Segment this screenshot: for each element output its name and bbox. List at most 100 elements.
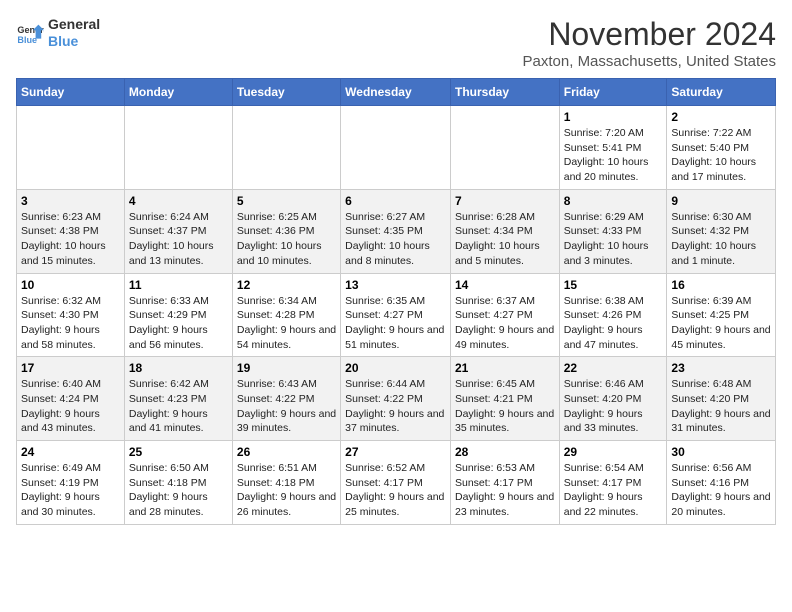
calendar-cell: 25 Sunrise: 6:50 AM Sunset: 4:18 PM Dayli… bbox=[124, 441, 232, 525]
day-info: Sunrise: 6:35 AM Sunset: 4:27 PM Dayligh… bbox=[345, 294, 446, 353]
day-header-sunday: Sunday bbox=[17, 79, 125, 106]
calendar-cell bbox=[124, 106, 232, 190]
day-number: 19 bbox=[237, 361, 336, 375]
calendar-cell: 28 Sunrise: 6:53 AM Sunset: 4:17 PM Dayli… bbox=[450, 441, 559, 525]
day-info: Sunrise: 6:32 AM Sunset: 4:30 PM Dayligh… bbox=[21, 294, 120, 353]
day-info: Sunrise: 6:48 AM Sunset: 4:20 PM Dayligh… bbox=[671, 377, 771, 436]
calendar-cell: 1Sunrise: 7:20 AM Sunset: 5:41 PM Daylig… bbox=[559, 106, 667, 190]
calendar-cell: 17 Sunrise: 6:40 AM Sunset: 4:24 PM Dayli… bbox=[17, 357, 125, 441]
day-info: Sunrise: 6:34 AM Sunset: 4:28 PM Dayligh… bbox=[237, 294, 336, 353]
day-info: Sunrise: 6:29 AM Sunset: 4:33 PM Dayligh… bbox=[564, 210, 663, 269]
day-info: Sunrise: 6:39 AM Sunset: 4:25 PM Dayligh… bbox=[671, 294, 771, 353]
calendar-week-row: 1Sunrise: 7:20 AM Sunset: 5:41 PM Daylig… bbox=[17, 106, 776, 190]
calendar-cell bbox=[17, 106, 125, 190]
calendar-cell: 15 Sunrise: 6:38 AM Sunset: 4:26 PM Dayli… bbox=[559, 273, 667, 357]
calendar-cell: 8 Sunrise: 6:29 AM Sunset: 4:33 PM Daylig… bbox=[559, 189, 667, 273]
calendar-cell bbox=[341, 106, 451, 190]
day-info: Sunrise: 6:50 AM Sunset: 4:18 PM Dayligh… bbox=[129, 461, 228, 520]
calendar-cell: 29 Sunrise: 6:54 AM Sunset: 4:17 PM Dayli… bbox=[559, 441, 667, 525]
day-number: 5 bbox=[237, 194, 336, 208]
calendar-cell: 18Sunrise: 6:42 AM Sunset: 4:23 PM Dayli… bbox=[124, 357, 232, 441]
calendar-week-row: 24 Sunrise: 6:49 AM Sunset: 4:19 PM Dayli… bbox=[17, 441, 776, 525]
calendar-cell: 22 Sunrise: 6:46 AM Sunset: 4:20 PM Dayli… bbox=[559, 357, 667, 441]
day-number: 3 bbox=[21, 194, 120, 208]
day-number: 27 bbox=[345, 445, 446, 459]
day-info: Sunrise: 6:33 AM Sunset: 4:29 PM Dayligh… bbox=[129, 294, 228, 353]
calendar-cell: 19 Sunrise: 6:43 AM Sunset: 4:22 PM Dayli… bbox=[232, 357, 340, 441]
logo: General Blue General Blue bbox=[16, 16, 100, 50]
day-info: Sunrise: 7:22 AM Sunset: 5:40 PM Dayligh… bbox=[671, 126, 771, 185]
calendar-cell: 4Sunrise: 6:24 AM Sunset: 4:37 PM Daylig… bbox=[124, 189, 232, 273]
logo-line1: General bbox=[48, 16, 100, 33]
calendar-cell: 14 Sunrise: 6:37 AM Sunset: 4:27 PM Dayli… bbox=[450, 273, 559, 357]
title-area: November 2024 Paxton, Massachusetts, Uni… bbox=[523, 16, 776, 70]
svg-text:Blue: Blue bbox=[17, 35, 37, 45]
calendar-cell: 27 Sunrise: 6:52 AM Sunset: 4:17 PM Dayli… bbox=[341, 441, 451, 525]
day-info: Sunrise: 6:46 AM Sunset: 4:20 PM Dayligh… bbox=[564, 377, 663, 436]
day-info: Sunrise: 6:53 AM Sunset: 4:17 PM Dayligh… bbox=[455, 461, 555, 520]
day-info: Sunrise: 6:37 AM Sunset: 4:27 PM Dayligh… bbox=[455, 294, 555, 353]
calendar-cell: 3 Sunrise: 6:23 AM Sunset: 4:38 PM Daylig… bbox=[17, 189, 125, 273]
day-info: Sunrise: 6:45 AM Sunset: 4:21 PM Dayligh… bbox=[455, 377, 555, 436]
day-number: 6 bbox=[345, 194, 446, 208]
day-number: 13 bbox=[345, 278, 446, 292]
day-info: Sunrise: 6:28 AM Sunset: 4:34 PM Dayligh… bbox=[455, 210, 555, 269]
calendar-header-row: SundayMondayTuesdayWednesdayThursdayFrid… bbox=[17, 79, 776, 106]
day-info: Sunrise: 6:27 AM Sunset: 4:35 PM Dayligh… bbox=[345, 210, 446, 269]
day-info: Sunrise: 6:38 AM Sunset: 4:26 PM Dayligh… bbox=[564, 294, 663, 353]
calendar-cell: 13 Sunrise: 6:35 AM Sunset: 4:27 PM Dayli… bbox=[341, 273, 451, 357]
calendar-week-row: 17 Sunrise: 6:40 AM Sunset: 4:24 PM Dayli… bbox=[17, 357, 776, 441]
calendar-week-row: 3 Sunrise: 6:23 AM Sunset: 4:38 PM Daylig… bbox=[17, 189, 776, 273]
calendar-cell: 2 Sunrise: 7:22 AM Sunset: 5:40 PM Daylig… bbox=[667, 106, 776, 190]
day-number: 17 bbox=[21, 361, 120, 375]
calendar-cell: 5 Sunrise: 6:25 AM Sunset: 4:36 PM Daylig… bbox=[232, 189, 340, 273]
day-info: Sunrise: 6:23 AM Sunset: 4:38 PM Dayligh… bbox=[21, 210, 120, 269]
calendar-cell: 20Sunrise: 6:44 AM Sunset: 4:22 PM Dayli… bbox=[341, 357, 451, 441]
month-title: November 2024 bbox=[523, 16, 776, 53]
day-info: Sunrise: 6:51 AM Sunset: 4:18 PM Dayligh… bbox=[237, 461, 336, 520]
day-info: Sunrise: 6:30 AM Sunset: 4:32 PM Dayligh… bbox=[671, 210, 771, 269]
day-info: Sunrise: 6:52 AM Sunset: 4:17 PM Dayligh… bbox=[345, 461, 446, 520]
calendar-cell: 21 Sunrise: 6:45 AM Sunset: 4:21 PM Dayli… bbox=[450, 357, 559, 441]
day-number: 29 bbox=[564, 445, 663, 459]
day-number: 10 bbox=[21, 278, 120, 292]
calendar-cell: 6 Sunrise: 6:27 AM Sunset: 4:35 PM Daylig… bbox=[341, 189, 451, 273]
calendar-cell: 26Sunrise: 6:51 AM Sunset: 4:18 PM Dayli… bbox=[232, 441, 340, 525]
header: General Blue General Blue November 2024 … bbox=[16, 16, 776, 70]
day-number: 30 bbox=[671, 445, 771, 459]
day-number: 15 bbox=[564, 278, 663, 292]
day-number: 24 bbox=[21, 445, 120, 459]
day-header-tuesday: Tuesday bbox=[232, 79, 340, 106]
day-number: 25 bbox=[129, 445, 228, 459]
day-number: 21 bbox=[455, 361, 555, 375]
day-info: Sunrise: 6:49 AM Sunset: 4:19 PM Dayligh… bbox=[21, 461, 120, 520]
calendar-cell: 10 Sunrise: 6:32 AM Sunset: 4:30 PM Dayli… bbox=[17, 273, 125, 357]
day-info: Sunrise: 6:25 AM Sunset: 4:36 PM Dayligh… bbox=[237, 210, 336, 269]
calendar-table: SundayMondayTuesdayWednesdayThursdayFrid… bbox=[16, 78, 776, 525]
day-number: 28 bbox=[455, 445, 555, 459]
day-number: 12 bbox=[237, 278, 336, 292]
day-number: 4 bbox=[129, 194, 228, 208]
day-number: 16 bbox=[671, 278, 771, 292]
day-header-friday: Friday bbox=[559, 79, 667, 106]
day-number: 22 bbox=[564, 361, 663, 375]
day-info: Sunrise: 6:40 AM Sunset: 4:24 PM Dayligh… bbox=[21, 377, 120, 436]
day-number: 2 bbox=[671, 110, 771, 124]
day-info: Sunrise: 6:44 AM Sunset: 4:22 PM Dayligh… bbox=[345, 377, 446, 436]
day-number: 7 bbox=[455, 194, 555, 208]
calendar-cell bbox=[450, 106, 559, 190]
calendar-cell bbox=[232, 106, 340, 190]
day-number: 18 bbox=[129, 361, 228, 375]
day-info: Sunrise: 6:56 AM Sunset: 4:16 PM Dayligh… bbox=[671, 461, 771, 520]
location: Paxton, Massachusetts, United States bbox=[523, 53, 776, 70]
calendar-cell: 24 Sunrise: 6:49 AM Sunset: 4:19 PM Dayli… bbox=[17, 441, 125, 525]
day-number: 8 bbox=[564, 194, 663, 208]
day-header-wednesday: Wednesday bbox=[341, 79, 451, 106]
day-number: 14 bbox=[455, 278, 555, 292]
day-number: 23 bbox=[671, 361, 771, 375]
day-info: Sunrise: 6:43 AM Sunset: 4:22 PM Dayligh… bbox=[237, 377, 336, 436]
logo-icon: General Blue bbox=[16, 19, 44, 47]
day-info: Sunrise: 6:54 AM Sunset: 4:17 PM Dayligh… bbox=[564, 461, 663, 520]
calendar-week-row: 10 Sunrise: 6:32 AM Sunset: 4:30 PM Dayli… bbox=[17, 273, 776, 357]
day-number: 1 bbox=[564, 110, 663, 124]
